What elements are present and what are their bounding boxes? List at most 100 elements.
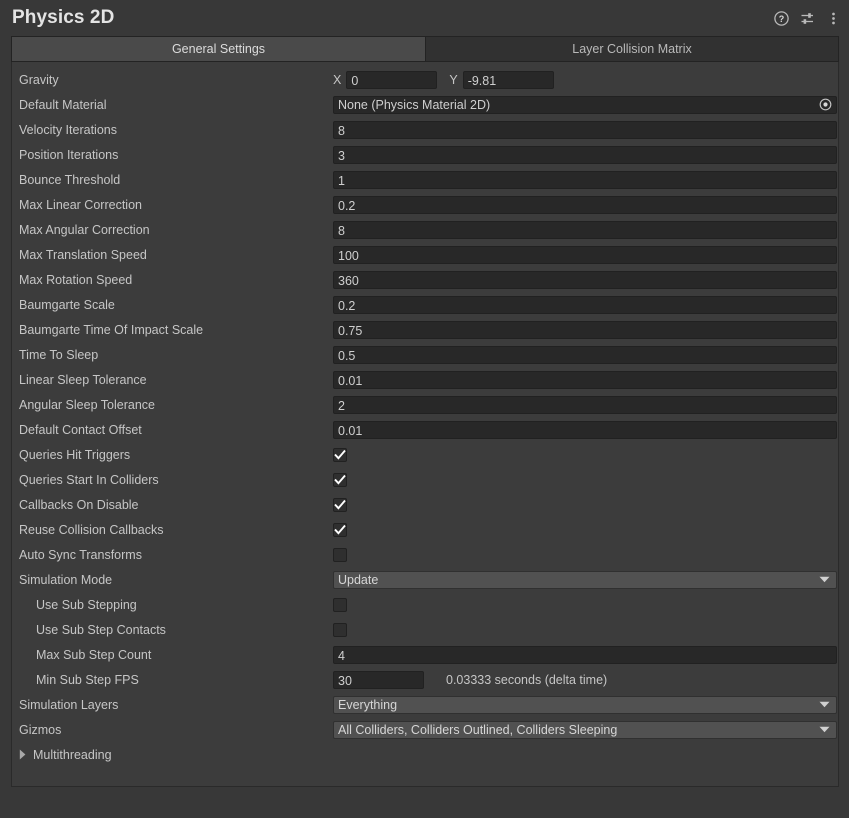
simulation-mode-field-area: Update — [333, 569, 837, 590]
label-baumgarte-time-of-impact-scale: Baumgarte Time Of Impact Scale — [12, 323, 332, 337]
gravity-field-area: X 0 Y -9.81 — [333, 69, 837, 90]
default-material-object-field[interactable]: None (Physics Material 2D) — [333, 96, 837, 114]
multithreading-foldout[interactable]: Multithreading — [12, 748, 112, 762]
queries-start-in-colliders-field-area — [333, 469, 837, 490]
row-baumgarte-time-of-impact-scale: Baumgarte Time Of Impact Scale0.75 — [12, 317, 838, 342]
min-sub-step-fps-input[interactable]: 30 — [333, 671, 424, 689]
velocity-iterations-input[interactable]: 8 — [333, 121, 837, 139]
max-linear-correction-input[interactable]: 0.2 — [333, 196, 837, 214]
queries-hit-triggers-checkbox[interactable] — [333, 448, 347, 462]
max-translation-speed-input[interactable]: 100 — [333, 246, 837, 264]
angular-sleep-tolerance-input[interactable]: 2 — [333, 396, 837, 414]
tab-general-settings-label: General Settings — [172, 42, 265, 56]
reuse-collision-callbacks-field-area — [333, 519, 837, 540]
label-max-sub-step-count: Max Sub Step Count — [12, 648, 332, 662]
row-use-sub-stepping: Use Sub Stepping — [12, 592, 838, 617]
time-to-sleep-field-area: 0.5 — [333, 344, 837, 365]
use-sub-step-contacts-checkbox[interactable] — [333, 623, 347, 637]
row-simulation-layers: Simulation Layers Everything — [12, 692, 838, 717]
gravity-x-input[interactable]: 0 — [346, 71, 437, 89]
row-bounce-threshold: Bounce Threshold1 — [12, 167, 838, 192]
position-iterations-field-area: 3 — [333, 144, 837, 165]
menu-icon[interactable] — [825, 10, 841, 26]
gizmos-dropdown[interactable]: All Colliders, Colliders Outlined, Colli… — [333, 721, 837, 739]
toggle-rows-group: Queries Hit Triggers Queries Start In Col… — [12, 442, 838, 567]
position-iterations-input[interactable]: 3 — [333, 146, 837, 164]
velocity-iterations-field-area: 8 — [333, 119, 837, 140]
label-position-iterations: Position Iterations — [12, 148, 332, 162]
label-use-sub-step-contacts: Use Sub Step Contacts — [12, 623, 332, 637]
row-queries-hit-triggers: Queries Hit Triggers — [12, 442, 838, 467]
bounce-threshold-field-area: 1 — [333, 169, 837, 190]
min-sub-step-fps-field-area: 30 0.03333 seconds (delta time) — [333, 669, 837, 690]
default-material-value: None (Physics Material 2D) — [338, 96, 490, 114]
baumgarte-time-of-impact-scale-input[interactable]: 0.75 — [333, 321, 837, 339]
row-velocity-iterations: Velocity Iterations8 — [12, 117, 838, 142]
gravity-x-axis-label: X — [333, 73, 341, 87]
multithreading-label: Multithreading — [33, 748, 112, 762]
gravity-y-input[interactable]: -9.81 — [463, 71, 554, 89]
tab-bar: General Settings Layer Collision Matrix — [11, 36, 839, 62]
baumgarte-scale-input[interactable]: 0.2 — [333, 296, 837, 314]
svg-text:?: ? — [778, 14, 784, 24]
default-contact-offset-field-area: 0.01 — [333, 419, 837, 440]
bounce-threshold-input[interactable]: 1 — [333, 171, 837, 189]
linear-sleep-tolerance-input[interactable]: 0.01 — [333, 371, 837, 389]
reuse-collision-callbacks-checkbox[interactable] — [333, 523, 347, 537]
object-picker-icon[interactable] — [819, 98, 832, 111]
row-position-iterations: Position Iterations3 — [12, 142, 838, 167]
label-use-sub-stepping: Use Sub Stepping — [12, 598, 332, 612]
use-sub-stepping-field-area — [333, 594, 837, 615]
label-queries-hit-triggers: Queries Hit Triggers — [12, 448, 332, 462]
simulation-layers-value: Everything — [338, 696, 397, 714]
row-max-rotation-speed: Max Rotation Speed360 — [12, 267, 838, 292]
baumgarte-scale-field-area: 0.2 — [333, 294, 837, 315]
window-titlebar: Physics 2D ? — [0, 0, 849, 36]
row-max-linear-correction: Max Linear Correction0.2 — [12, 192, 838, 217]
simulation-layers-dropdown[interactable]: Everything — [333, 696, 837, 714]
preset-icon[interactable] — [799, 10, 815, 26]
chevron-right-icon — [19, 749, 31, 760]
use-sub-stepping-checkbox[interactable] — [333, 598, 347, 612]
min-sub-step-fps-suffix: 0.03333 seconds (delta time) — [446, 673, 607, 687]
label-baumgarte-scale: Baumgarte Scale — [12, 298, 332, 312]
label-velocity-iterations: Velocity Iterations — [12, 123, 332, 137]
max-sub-step-count-field-area: 4 — [333, 644, 837, 665]
max-angular-correction-field-area: 8 — [333, 219, 837, 240]
label-angular-sleep-tolerance: Angular Sleep Tolerance — [12, 398, 332, 412]
row-default-contact-offset: Default Contact Offset0.01 — [12, 417, 838, 442]
row-angular-sleep-tolerance: Angular Sleep Tolerance2 — [12, 392, 838, 417]
callbacks-on-disable-checkbox[interactable] — [333, 498, 347, 512]
row-time-to-sleep: Time To Sleep0.5 — [12, 342, 838, 367]
row-queries-start-in-colliders: Queries Start In Colliders — [12, 467, 838, 492]
sub-stepping-group: Use Sub Stepping Use Sub Step Contacts Max… — [12, 592, 838, 692]
label-max-translation-speed: Max Translation Speed — [12, 248, 332, 262]
queries-start-in-colliders-checkbox[interactable] — [333, 473, 347, 487]
tab-general-settings[interactable]: General Settings — [12, 37, 425, 61]
label-min-sub-step-fps: Min Sub Step FPS — [12, 673, 332, 687]
max-sub-step-count-input[interactable]: 4 — [333, 646, 837, 664]
titlebar-icon-group: ? — [773, 0, 841, 36]
row-max-sub-step-count: Max Sub Step Count4 — [12, 642, 838, 667]
row-use-sub-step-contacts: Use Sub Step Contacts — [12, 617, 838, 642]
label-reuse-collision-callbacks: Reuse Collision Callbacks — [12, 523, 332, 537]
queries-hit-triggers-field-area — [333, 444, 837, 465]
max-rotation-speed-input[interactable]: 360 — [333, 271, 837, 289]
label-bounce-threshold: Bounce Threshold — [12, 173, 332, 187]
row-baumgarte-scale: Baumgarte Scale0.2 — [12, 292, 838, 317]
row-auto-sync-transforms: Auto Sync Transforms — [12, 542, 838, 567]
tab-layer-collision-matrix-label: Layer Collision Matrix — [572, 42, 691, 56]
gizmos-value: All Colliders, Colliders Outlined, Colli… — [338, 721, 617, 739]
time-to-sleep-input[interactable]: 0.5 — [333, 346, 837, 364]
row-gravity: Gravity X 0 Y -9.81 — [12, 67, 838, 92]
default-material-field-area: None (Physics Material 2D) — [333, 94, 837, 115]
auto-sync-transforms-checkbox[interactable] — [333, 548, 347, 562]
tab-layer-collision-matrix[interactable]: Layer Collision Matrix — [425, 37, 838, 61]
default-contact-offset-input[interactable]: 0.01 — [333, 421, 837, 439]
simulation-mode-dropdown[interactable]: Update — [333, 571, 837, 589]
max-angular-correction-input[interactable]: 8 — [333, 221, 837, 239]
row-default-material: Default Material None (Physics Material … — [12, 92, 838, 117]
chevron-down-icon — [819, 701, 830, 708]
help-icon[interactable]: ? — [773, 10, 789, 26]
chevron-down-icon — [819, 576, 830, 583]
